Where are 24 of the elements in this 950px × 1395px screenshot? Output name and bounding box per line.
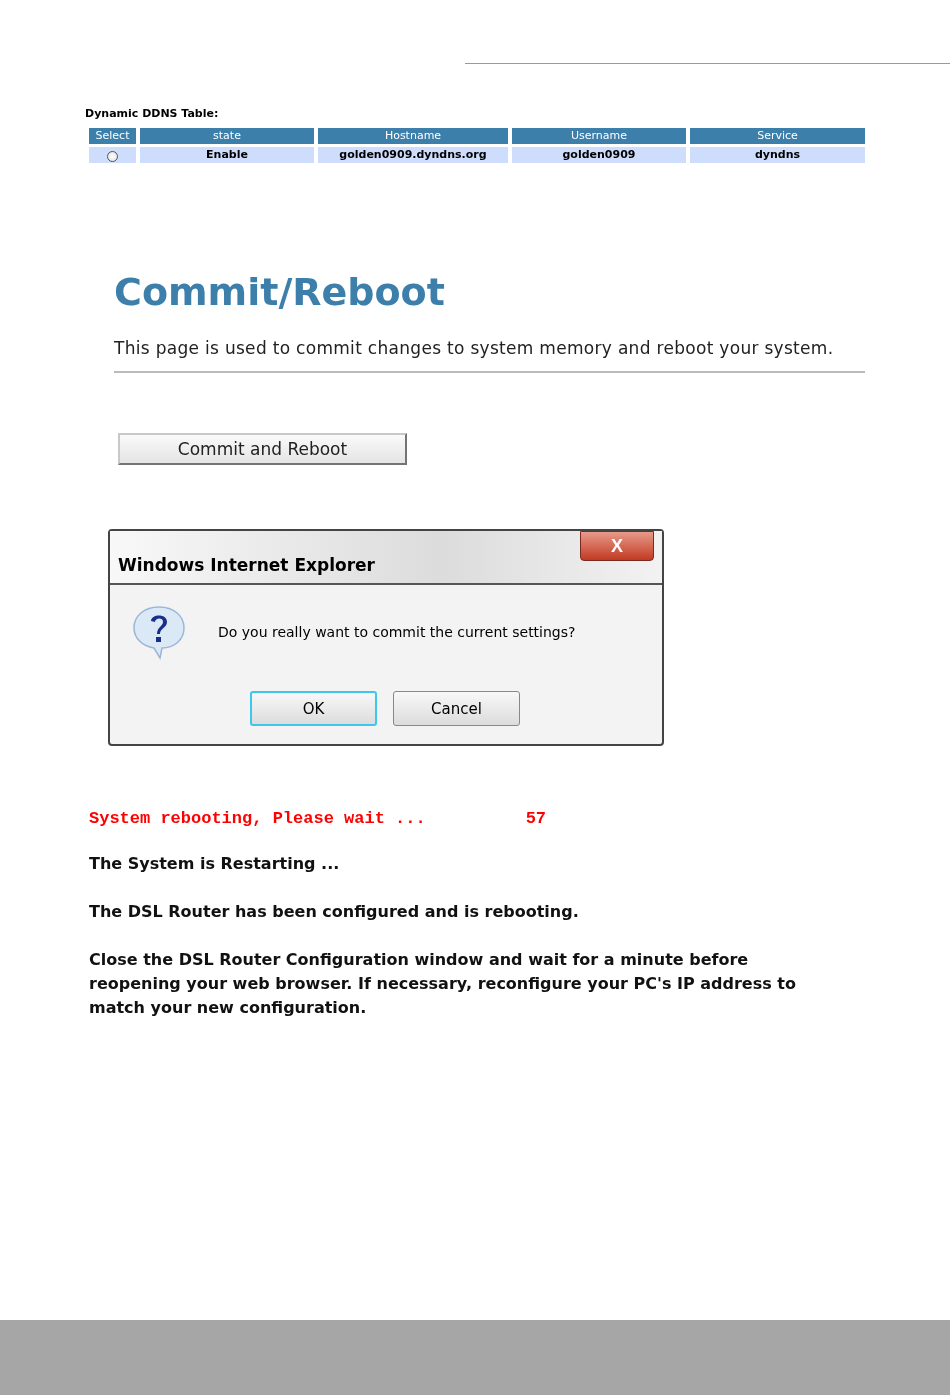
dialog-button[interactable]: OK [250,691,377,726]
table-cell: golden0909.dyndns.org [318,147,508,163]
dialog-button[interactable]: Cancel [393,691,520,726]
status-message: System rebooting, Please wait ... [89,809,426,828]
column-header: Username [512,128,686,144]
table-cell: dyndns [690,147,865,163]
commit-reboot-button[interactable]: Commit and Reboot [118,433,407,465]
column-header: Service [690,128,865,144]
table-cell: golden0909 [512,147,686,163]
page-description: This page is used to commit changes to system memory and reboot your system. [114,337,835,360]
radio-button[interactable] [107,151,118,162]
table-title: Dynamic DDNS Table: [85,107,220,120]
info-paragraph: The DSL Router has been configured and is rebooting. [89,901,580,923]
column-header: Select [89,128,136,144]
page-heading: Commit/Reboot [114,269,446,316]
question-icon [130,603,188,661]
column-header: Hostname [318,128,508,144]
info-paragraph: Close the DSL Router Configuration window and wait for a minute before reopening your web browser. If necessary, reconfigure your PC's IP address to match your new configuration. [89,949,797,1019]
countdown: 57 [525,809,547,828]
dialog-title: Windows Internet Explorer [118,555,375,575]
dialog-message: Do you really want to commit the current settings? [218,624,576,640]
info-paragraph: The System is Restarting ... [89,853,341,875]
table-cell: Enable [140,147,314,163]
column-header: state [140,128,314,144]
